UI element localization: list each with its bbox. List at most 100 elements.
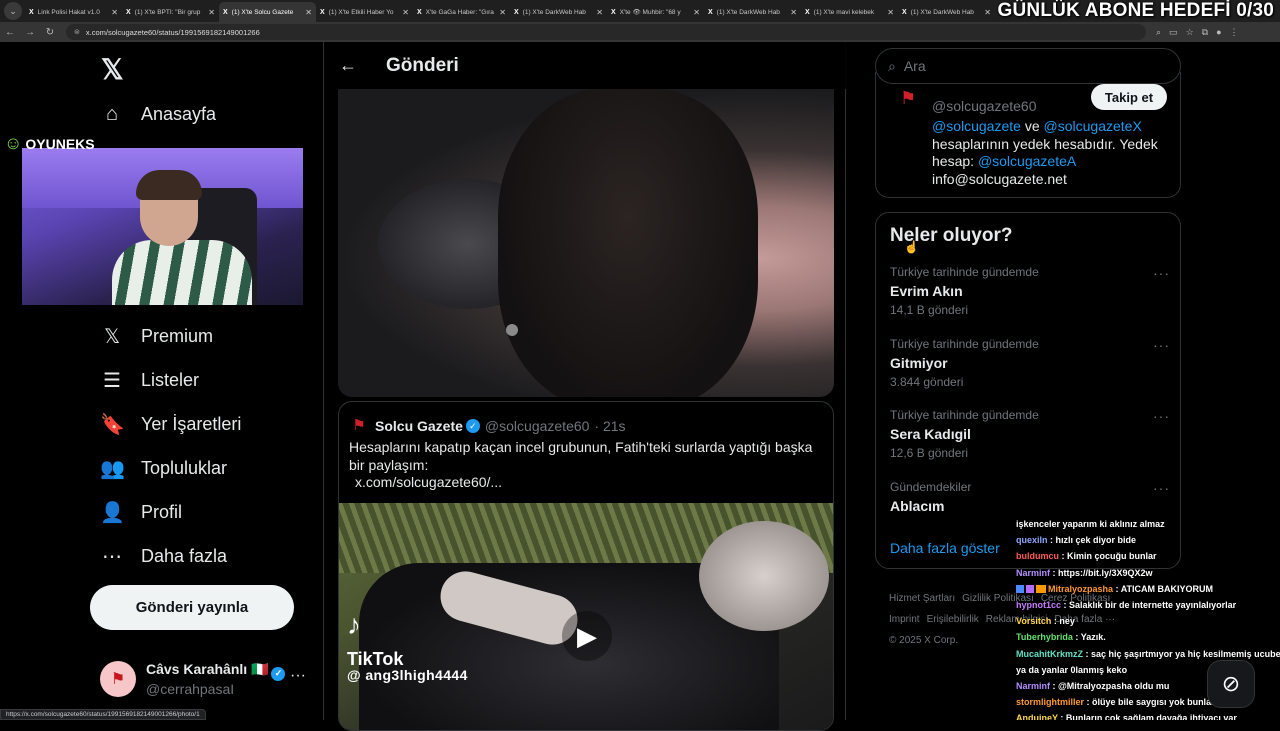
nav-item-label: Anasayfa <box>141 103 217 124</box>
close-tab-icon[interactable]: ✕ <box>111 8 118 17</box>
close-tab-icon[interactable]: ✕ <box>790 8 797 17</box>
chat-text: : Kimin çocuğu bunlar <box>1061 551 1157 562</box>
quoted-post[interactable]: ⚑ Solcu Gazete ✓ @solcugazete60 · 21s He… <box>338 401 834 731</box>
show-more-link[interactable]: Daha fazla göster <box>890 540 1000 556</box>
post-image[interactable] <box>338 89 834 397</box>
x-favicon-icon: X <box>708 8 713 16</box>
chat-message: hypnot1cc : Salaklık bir de internette y… <box>1016 597 1280 613</box>
browser-tab[interactable]: X (1) X'te Etkili Haber Yo ✕ <box>316 2 413 22</box>
browser-tab[interactable]: X (1) X'te BPTİ: "Bir grup ✕ <box>122 2 219 22</box>
close-tab-icon[interactable]: ✕ <box>402 8 409 17</box>
nav-item-more[interactable]: ⋯ Daha fazla <box>100 541 227 571</box>
solcu-gazete-logo-icon: ⚑ <box>352 417 366 434</box>
browser-tab[interactable]: X (1) X'te mavi kelebek ✕ <box>801 2 898 22</box>
nav-item-label: Yer İşaretleri <box>141 413 242 434</box>
account-switcher[interactable]: ⚑ Câvs Karahânlı 🇮🇹 ✓ @cerrahpasaI ··· <box>100 659 315 699</box>
quoted-video[interactable]: ♪ TikTok @ ang3lhigh4444 ▶ <box>339 503 833 730</box>
extensions-icon[interactable]: ⧉ <box>1202 27 1208 38</box>
browser-tab[interactable]: X (1) X'te Solcu Gazete ✕ <box>219 2 316 22</box>
bio-link[interactable]: @solcugazete <box>932 118 1021 134</box>
tab-title: (1) X'te mavi kelebek <box>813 8 875 16</box>
tab-title: X'te 👁 Muhbir: "68 y <box>619 9 681 16</box>
more-options-icon[interactable]: ··· <box>1153 337 1170 353</box>
nav-item-bookmarks[interactable]: 🔖 Yer İşaretleri <box>100 409 241 439</box>
profile-icon[interactable]: ● <box>1216 27 1221 38</box>
more-icon[interactable]: ··· <box>290 667 306 685</box>
more-options-icon[interactable]: ··· <box>1153 408 1170 424</box>
nav-item-premium[interactable]: 𝕏 Premium <box>100 321 213 351</box>
search-icon: ⌕ <box>888 57 896 74</box>
tab-search-button[interactable]: ⌄ <box>4 2 22 20</box>
site-info-icon[interactable]: ⊜ <box>74 28 80 36</box>
tab-title: (1) X'te BPTİ: "Bir grup <box>134 8 201 16</box>
cast-icon[interactable]: ▭ <box>1169 27 1178 38</box>
streamer-webcam <box>22 148 303 305</box>
close-tab-icon[interactable]: ✕ <box>596 8 603 17</box>
nav-item-label: Profil <box>141 501 183 522</box>
chat-username: buldumcu <box>1016 551 1059 562</box>
bio-link[interactable]: @solcugazeteA <box>978 153 1076 169</box>
chat-message: işkenceler yaparım ki aklınız almaz <box>1016 516 1280 532</box>
quoted-author-handle[interactable]: @solcugazete60 <box>485 418 590 434</box>
follow-button[interactable]: Takip et <box>1091 84 1167 110</box>
grok-icon[interactable]: ⊘ <box>1207 660 1255 708</box>
footer-link[interactable]: Imprint <box>889 614 920 625</box>
browser-tab[interactable]: X X'te 👁 Muhbir: "68 y ✕ <box>607 2 704 22</box>
tab-title: (1) X'te DarkWeb Hab <box>522 8 586 16</box>
back-arrow-icon[interactable]: ← <box>339 55 371 76</box>
browser-tab[interactable]: X (1) X'te DarkWeb Hab ✕ <box>898 2 995 22</box>
browser-tab[interactable]: X Link Polisi Hakat v1.0 ✕ <box>25 2 122 22</box>
bookmarks-icon: 🔖 <box>100 413 125 436</box>
solcu-gazete-logo-icon[interactable]: ⚑ <box>900 88 916 109</box>
forward-icon[interactable]: → <box>20 27 40 38</box>
nav-item-communities[interactable]: 👥 Topluluklar <box>100 453 227 483</box>
trend-category: Gündemdekiler <box>890 480 972 494</box>
quoted-author-name[interactable]: Solcu Gazete <box>375 418 463 434</box>
bookmark-star-icon[interactable]: ☆ <box>1186 27 1194 38</box>
footer-link[interactable]: Hizmet Şartları <box>889 593 955 604</box>
chat-message: Mitralyozpasha : ATICAM BAKIYORUM <box>1016 581 1280 597</box>
close-tab-icon[interactable]: ✕ <box>499 8 506 17</box>
more-options-icon[interactable]: ··· <box>1153 480 1170 496</box>
play-icon[interactable]: ▶ <box>562 611 612 661</box>
more-options-icon[interactable]: ··· <box>1153 265 1170 281</box>
chat-username: Vorsitch <box>1016 616 1052 627</box>
quoted-post-link[interactable]: x.com/solcugazete60/... <box>355 474 502 490</box>
reload-icon[interactable]: ↻ <box>40 27 60 38</box>
quoted-post-text: Hesaplarını kapatıp kaçan incel grubunun… <box>349 439 813 473</box>
account-bio: @solcugazete ve @solcugazeteX hesapların… <box>932 118 1158 187</box>
trend-category: Türkiye tarihinde gündemde <box>890 337 1039 351</box>
close-tab-icon[interactable]: ✕ <box>305 8 312 17</box>
trend-category: Türkiye tarihinde gündemde <box>890 265 1039 279</box>
search-input[interactable]: ⌕ Ara <box>875 48 1181 84</box>
browser-tab[interactable]: X (1) X'te DarkWeb Hab ✕ <box>704 2 801 22</box>
footer-link[interactable]: Erişilebilirlik <box>927 614 979 625</box>
menu-icon[interactable]: ⋮ <box>1230 27 1239 38</box>
trend-name: Sera Kadıgil <box>890 426 971 442</box>
close-tab-icon[interactable]: ✕ <box>887 8 894 17</box>
post-header: ← Gönderi <box>324 42 846 89</box>
browser-tab[interactable]: X (1) X'te DarkWeb Hab ✕ <box>510 2 607 22</box>
chat-text: : ATICAM BAKIYORUM <box>1115 583 1214 594</box>
back-icon[interactable]: ← <box>0 27 20 38</box>
close-tab-icon[interactable]: ✕ <box>984 8 991 17</box>
close-tab-icon[interactable]: ✕ <box>208 8 215 17</box>
chat-text: : https://bit.ly/3X9QX2w <box>1052 567 1153 578</box>
address-bar[interactable]: ⊜ x.com/solcugazete60/status/19915691821… <box>66 24 1146 40</box>
trend-item[interactable]: Türkiye tarihinde gündemde Evrim Akın 14,1… <box>890 265 1170 325</box>
close-tab-icon[interactable]: ✕ <box>693 8 700 17</box>
account-handle[interactable]: @solcugazete60 <box>932 98 1037 114</box>
zoom-icon[interactable]: ⌕ <box>1156 27 1161 38</box>
post-button[interactable]: Gönderi yayınla <box>90 585 294 630</box>
browser-tab[interactable]: X X'te GaGa Haber: "Gıra ✕ <box>413 2 510 22</box>
lists-icon: ☰ <box>103 369 121 392</box>
trend-item[interactable]: Türkiye tarihinde gündemde Gitmiyor 3.844 … <box>890 337 1170 397</box>
nav-item-profile[interactable]: 👤 Profil <box>100 497 182 527</box>
nav-item-lists[interactable]: ☰ Listeler <box>100 365 199 395</box>
x-logo-icon[interactable]: 𝕏 <box>101 53 124 86</box>
bio-link[interactable]: @solcugazeteX <box>1044 118 1142 134</box>
chat-message: quexiln : hızlı çek diyor bide <box>1016 532 1280 548</box>
trend-item[interactable]: Türkiye tarihinde gündemde Sera Kadıgil 12… <box>890 408 1170 468</box>
nav-item-home[interactable]: ⌂ Anasayfa <box>100 99 216 129</box>
chat-message: Narminf : https://bit.ly/3X9QX2w <box>1016 565 1280 581</box>
